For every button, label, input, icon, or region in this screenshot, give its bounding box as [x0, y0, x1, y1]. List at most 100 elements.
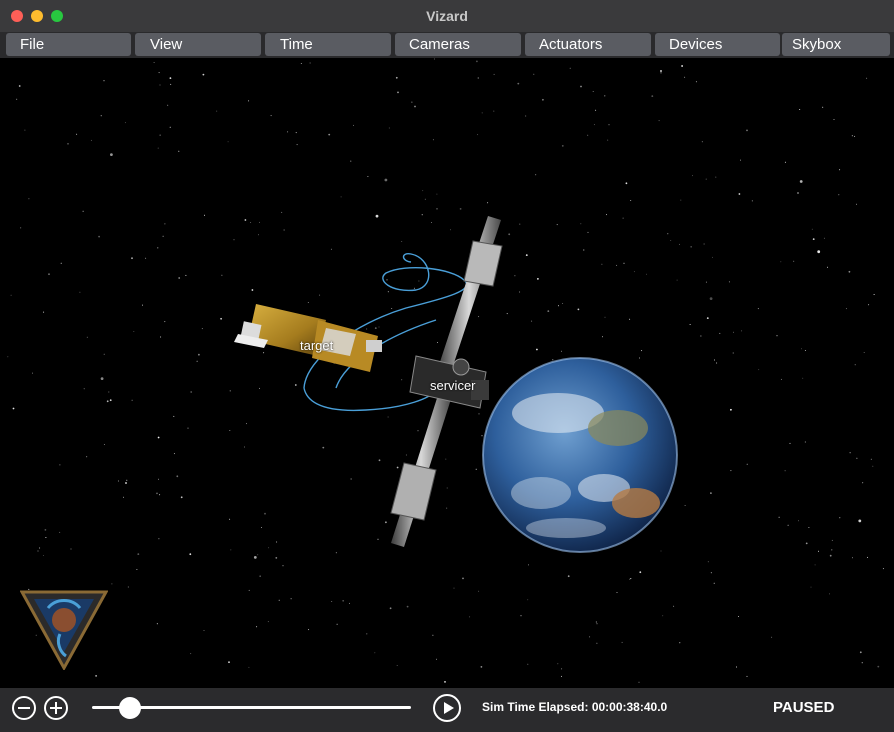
star [592, 91, 594, 92]
star [746, 129, 748, 132]
star [861, 662, 863, 664]
star [330, 248, 332, 250]
star [462, 577, 464, 580]
star [583, 249, 585, 251]
star [397, 91, 399, 94]
zoom-out-button[interactable] [12, 696, 36, 720]
star [561, 350, 562, 352]
menu-devices[interactable]: Devices [655, 33, 780, 56]
star [124, 122, 126, 124]
star [156, 492, 158, 495]
star [335, 552, 337, 554]
star [595, 621, 597, 623]
title-bar: Vizard [0, 0, 894, 33]
star [533, 73, 535, 75]
star [856, 457, 858, 459]
servicer-label: servicer [430, 378, 476, 393]
star [849, 452, 851, 454]
star [375, 214, 379, 218]
star [44, 529, 47, 531]
star [176, 475, 179, 478]
star [681, 65, 683, 67]
star [602, 336, 603, 338]
star [436, 193, 438, 195]
star [190, 653, 192, 655]
star [638, 681, 640, 683]
star [833, 119, 835, 120]
star [660, 550, 662, 552]
star [405, 454, 407, 456]
star [251, 289, 254, 291]
menu-file[interactable]: File [6, 33, 131, 56]
star [646, 273, 647, 275]
star [658, 120, 660, 122]
star [431, 222, 432, 223]
star [32, 372, 33, 374]
star [692, 175, 693, 177]
star [593, 124, 595, 126]
star [12, 407, 15, 410]
star [178, 277, 181, 279]
star [307, 302, 309, 303]
menu-actuators[interactable]: Actuators [525, 33, 651, 56]
star [159, 134, 161, 136]
star [877, 665, 880, 668]
star [705, 178, 707, 180]
star [863, 352, 865, 353]
zoom-in-button[interactable] [44, 696, 68, 720]
star [608, 124, 610, 126]
star [201, 328, 203, 330]
target-label: target [300, 338, 334, 353]
menu-skybox[interactable]: Skybox [782, 33, 890, 56]
star [804, 441, 806, 443]
menu-cameras[interactable]: Cameras [395, 33, 521, 56]
star [220, 317, 223, 320]
star [391, 308, 393, 309]
star [789, 442, 791, 444]
star [741, 330, 743, 332]
star [676, 279, 678, 281]
star [746, 463, 748, 465]
star [778, 516, 780, 518]
star [804, 350, 806, 351]
star [275, 557, 278, 559]
star [569, 67, 571, 69]
star [244, 219, 247, 221]
star [384, 178, 388, 182]
star [328, 133, 331, 136]
star [552, 359, 554, 361]
star [527, 663, 529, 665]
star [7, 356, 9, 358]
star [106, 400, 109, 403]
3d-viewport[interactable]: target servicer [6, 58, 888, 688]
star [385, 521, 387, 524]
star [424, 198, 426, 200]
star [630, 200, 632, 201]
star [28, 198, 30, 200]
star [459, 208, 462, 210]
star [300, 63, 302, 64]
star [157, 247, 159, 249]
star [395, 76, 398, 79]
star [261, 527, 262, 528]
play-button[interactable] [433, 694, 461, 722]
star [10, 294, 12, 296]
star [83, 388, 85, 390]
star [670, 240, 672, 241]
star [508, 233, 511, 236]
star [604, 316, 606, 318]
menu-time[interactable]: Time [265, 33, 391, 56]
star [547, 310, 550, 312]
star [169, 77, 172, 79]
sim-time-elapsed: Sim Time Elapsed: 00:00:38:40.0 [482, 700, 668, 714]
star [629, 578, 631, 580]
star [86, 456, 88, 458]
menu-view[interactable]: View [135, 33, 261, 56]
star [714, 359, 715, 361]
star [629, 318, 631, 320]
star [703, 243, 705, 245]
star [839, 517, 841, 519]
star [159, 494, 161, 496]
star [342, 600, 344, 602]
star [799, 109, 801, 110]
